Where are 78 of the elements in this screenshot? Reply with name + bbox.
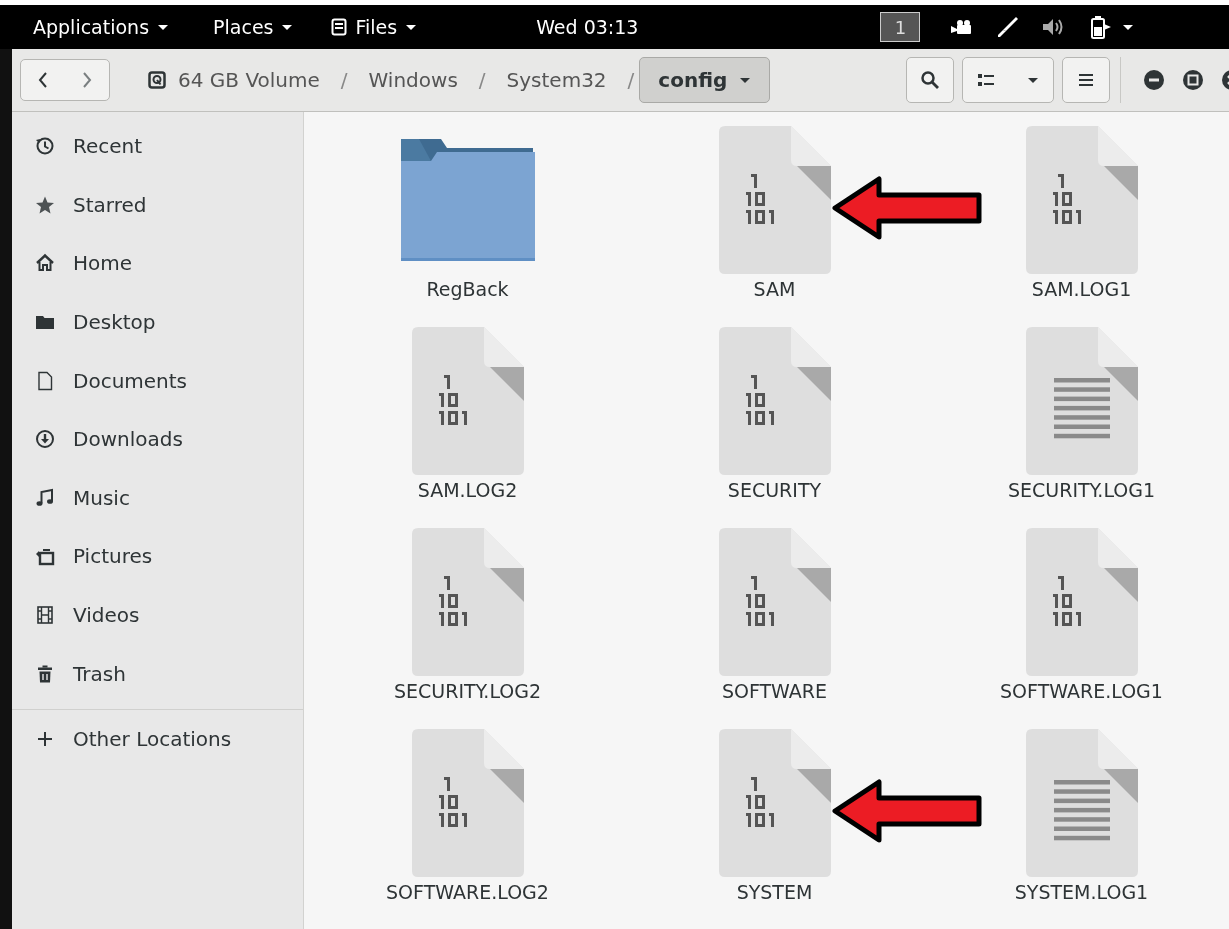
sidebar-item[interactable]: Pictures (12, 527, 303, 586)
film-icon (35, 605, 55, 626)
file-item[interactable]: SOFTWARE (621, 528, 928, 729)
sidebar-item[interactable]: Desktop (12, 292, 303, 352)
path-button[interactable]: config (639, 57, 771, 103)
file-item[interactable]: SYSTEM.LOG1 (928, 729, 1229, 929)
path-button[interactable]: Windows (362, 57, 464, 103)
folder-icon (400, 139, 535, 261)
minimize-button[interactable] (1143, 69, 1165, 91)
path-separator: / (626, 68, 636, 92)
file-item[interactable]: SECURITY (621, 327, 928, 528)
file-item[interactable]: SAM (621, 126, 928, 327)
binary-file-icon (411, 729, 524, 877)
battery-icon (1090, 15, 1113, 39)
sidebar-item[interactable]: Trash (12, 644, 303, 703)
sidebar-item[interactable]: Other Locations (12, 709, 303, 769)
sidebar-item[interactable]: Music (12, 468, 303, 528)
drive-icon (148, 71, 166, 89)
caret-icon (1122, 22, 1135, 32)
path-separator: / (339, 68, 349, 92)
clock[interactable]: Wed 03:13 (536, 16, 639, 38)
sidebar-item[interactable]: Recent (12, 117, 303, 176)
file-item[interactable]: SECURITY.LOG2 (314, 528, 621, 729)
pen-icon (996, 16, 1019, 38)
sidebar-item[interactable]: Documents (12, 351, 303, 410)
maximize-button[interactable] (1182, 69, 1204, 91)
music-note-icon (35, 487, 55, 508)
caret-icon (1027, 75, 1039, 85)
back-icon (37, 71, 49, 89)
menu-button[interactable]: Files (324, 16, 425, 38)
binary-file-icon (1025, 528, 1138, 676)
sidebar-item[interactable]: Videos (12, 585, 303, 645)
trash-icon (35, 663, 55, 684)
maximize-icon (1182, 69, 1204, 91)
forward-icon (81, 71, 93, 89)
sidebar-item[interactable]: Starred (12, 175, 303, 235)
caret-icon (281, 22, 294, 32)
caret-icon (739, 75, 752, 85)
path-button[interactable]: 64 GB Volume (142, 57, 326, 103)
download-icon (35, 429, 55, 450)
binary-file-icon (718, 126, 831, 274)
camera-icon (950, 18, 973, 36)
search-button[interactable] (906, 57, 954, 103)
workspace-indicator[interactable]: 1 (880, 12, 921, 42)
minimize-icon (1143, 69, 1165, 91)
file-item[interactable]: SAM.LOG1 (928, 126, 1229, 327)
binary-file-icon (411, 528, 524, 676)
text-file-icon (1025, 327, 1138, 475)
clock-icon (35, 136, 55, 157)
text-file-icon (1025, 729, 1138, 877)
caret-icon (157, 22, 170, 32)
home-icon (35, 253, 55, 274)
file-item[interactable]: SAM.LOG2 (314, 327, 621, 528)
search-icon (920, 70, 940, 90)
file-item[interactable]: SOFTWARE.LOG1 (928, 528, 1229, 729)
sidebar-item[interactable]: Downloads (12, 409, 303, 469)
menu-button[interactable]: Places (206, 16, 301, 38)
menu-button[interactable] (1062, 57, 1110, 103)
binary-file-icon (411, 327, 524, 475)
sidebar-item[interactable]: Home (12, 234, 303, 293)
caret-icon (405, 22, 418, 32)
binary-file-icon (1025, 126, 1138, 274)
binary-file-icon (718, 528, 831, 676)
file-item[interactable]: SECURITY.LOG1 (928, 327, 1229, 528)
file-item[interactable]: RegBack (314, 126, 621, 327)
menu-icon (1078, 72, 1094, 88)
menu-button[interactable]: Applications (26, 16, 177, 38)
file-item[interactable]: SOFTWARE.LOG2 (314, 729, 621, 929)
files-icon (331, 18, 348, 36)
binary-file-icon (718, 729, 831, 877)
path-separator: / (477, 68, 487, 92)
camera-icon (35, 546, 55, 567)
file-item[interactable]: SYSTEM (621, 729, 928, 929)
binary-file-icon (718, 327, 831, 475)
list-view-icon (977, 73, 995, 87)
path-button[interactable]: System32 (500, 57, 613, 103)
document-icon (35, 370, 55, 391)
view-options-button[interactable] (962, 57, 1054, 103)
